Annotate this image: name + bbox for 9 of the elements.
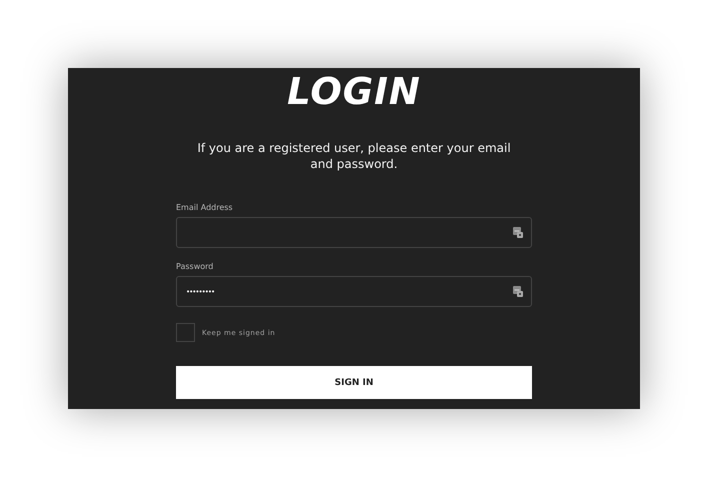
input-field[interactable] (176, 217, 532, 248)
intro-text: If you are a registered user, please enter your email and password. (196, 140, 512, 172)
checkbox[interactable] (176, 323, 195, 342)
field-label: Email Address (176, 203, 234, 213)
autofill-key-icon[interactable] (513, 286, 523, 297)
page-title: LOGIN (287, 69, 421, 114)
field-label: Password (176, 262, 214, 272)
autofill-key-icon[interactable] (513, 227, 523, 238)
sign-in-button[interactable]: SIGN IN (176, 366, 532, 399)
